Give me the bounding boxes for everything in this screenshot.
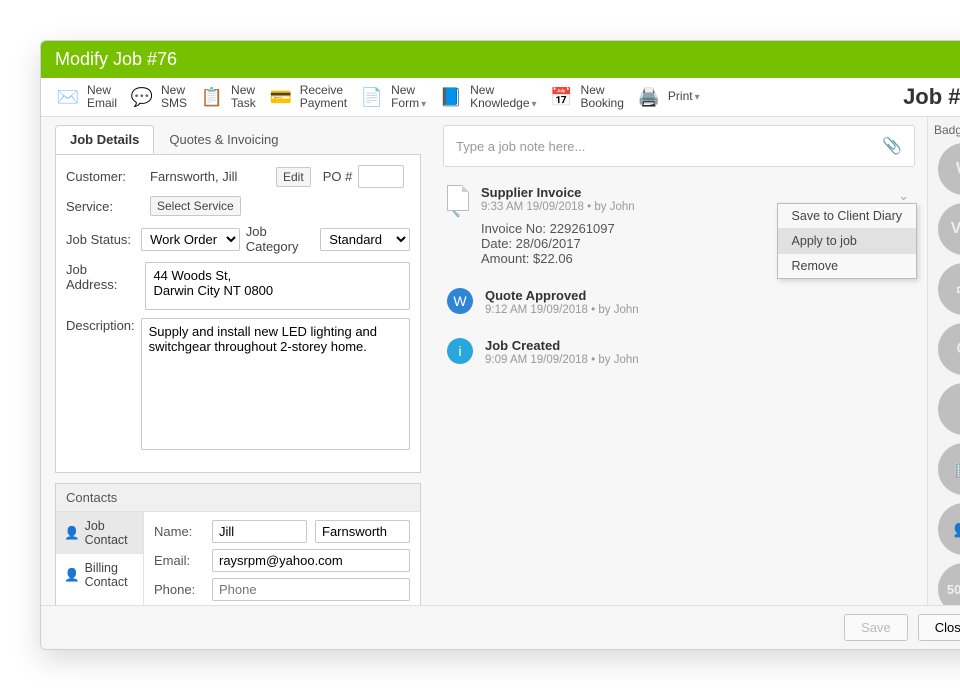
phone-input[interactable] bbox=[212, 578, 410, 601]
titlebar: Modify Job #76 ✕ bbox=[41, 41, 960, 78]
ctx-save-diary[interactable]: Save to Client Diary bbox=[778, 204, 916, 229]
edit-customer-button[interactable]: Edit bbox=[276, 167, 311, 187]
person-icon: 👤 bbox=[64, 526, 80, 541]
select-service-button[interactable]: Select Service bbox=[150, 196, 241, 216]
ctx-remove[interactable]: Remove bbox=[778, 254, 916, 278]
address-input[interactable]: 44 Woods St, Darwin City NT 0800 bbox=[145, 262, 410, 310]
customer-label: Customer: bbox=[66, 169, 144, 184]
badge-phone[interactable]: ▯ bbox=[938, 383, 960, 435]
toolbar: ✉️New Email 💬New SMS 📋New Task 💳Receive … bbox=[41, 78, 960, 117]
address-label: Job Address: bbox=[66, 262, 139, 292]
invoice-icon: 🔧 bbox=[447, 185, 469, 266]
badges-panel: Badges» W VIP ▭ ⏻ ▯ 🏢 👥 50km bbox=[927, 117, 960, 605]
po-input[interactable] bbox=[358, 165, 404, 188]
window-title: Modify Job #76 bbox=[55, 49, 177, 70]
sms-icon: 💬 bbox=[129, 84, 155, 110]
job-number: Job #76 bbox=[903, 84, 960, 110]
task-icon: 📋 bbox=[199, 84, 225, 110]
description-label: Description: bbox=[66, 318, 135, 333]
quote-icon: W bbox=[447, 288, 473, 314]
category-label: Job Category bbox=[246, 224, 315, 254]
context-menu: Save to Client Diary Apply to job Remove bbox=[777, 203, 917, 279]
toolbar-new-form[interactable]: 📄New Form bbox=[359, 84, 426, 110]
tab-job-details[interactable]: Job Details bbox=[55, 125, 154, 154]
contact-job[interactable]: 👤Job Contact bbox=[56, 512, 143, 554]
chevron-down-icon[interactable]: ⌄ bbox=[898, 188, 909, 204]
footer: Save Close bbox=[41, 605, 960, 649]
booking-icon: 📅 bbox=[549, 84, 575, 110]
description-input[interactable]: Supply and install new LED lighting and … bbox=[141, 318, 410, 450]
badge-card[interactable]: ▭ bbox=[938, 263, 960, 315]
toolbar-new-email[interactable]: ✉️New Email bbox=[55, 84, 117, 110]
feed-quote-approved[interactable]: W Quote Approved 9:12 AM 19/09/2018 • by… bbox=[447, 288, 915, 316]
ctx-apply-job[interactable]: Apply to job bbox=[778, 229, 916, 254]
email-input[interactable] bbox=[212, 549, 410, 572]
close-button[interactable]: Close bbox=[918, 614, 960, 641]
contacts-panel: Contacts 👤Job Contact 👤Billing Contact N… bbox=[55, 483, 421, 605]
service-label: Service: bbox=[66, 199, 144, 214]
toolbar-new-sms[interactable]: 💬New SMS bbox=[129, 84, 187, 110]
po-label: PO # bbox=[323, 169, 353, 184]
activity-feed: 🔧 Supplier Invoice 9:33 AM 19/09/2018 • … bbox=[443, 185, 915, 366]
toolbar-receive-payment[interactable]: 💳Receive Payment bbox=[268, 84, 347, 110]
job-note-input[interactable]: Type a job note here... 📎 bbox=[443, 125, 915, 167]
feed-supplier-invoice[interactable]: 🔧 Supplier Invoice 9:33 AM 19/09/2018 • … bbox=[447, 185, 915, 266]
badge-w[interactable]: W bbox=[938, 143, 960, 195]
card-icon: ▭ bbox=[956, 279, 960, 299]
first-name-input[interactable] bbox=[212, 520, 307, 543]
status-select[interactable]: Work Order bbox=[141, 228, 240, 251]
contact-billing[interactable]: 👤Billing Contact bbox=[56, 554, 143, 596]
email-icon: ✉️ bbox=[55, 84, 81, 110]
form-icon: 📄 bbox=[359, 84, 385, 110]
feed-job-created[interactable]: i Job Created 9:09 AM 19/09/2018 • by Jo… bbox=[447, 338, 915, 366]
customer-value: Farnsworth, Jill bbox=[150, 169, 270, 184]
toolbar-new-knowledge[interactable]: 📘New Knowledge bbox=[438, 84, 536, 110]
badge-power[interactable]: ⏻ bbox=[938, 323, 960, 375]
last-name-input[interactable] bbox=[315, 520, 410, 543]
badge-50km[interactable]: 50km bbox=[938, 563, 960, 605]
contacts-header: Contacts bbox=[56, 484, 420, 512]
payment-icon: 💳 bbox=[268, 84, 294, 110]
person-icon: 👤 bbox=[64, 568, 80, 583]
toolbar-print[interactable]: 🖨️Print bbox=[636, 84, 700, 110]
save-button[interactable]: Save bbox=[844, 614, 908, 641]
badge-building[interactable]: 🏢 bbox=[938, 443, 960, 495]
badge-vip[interactable]: VIP bbox=[938, 203, 960, 255]
info-icon: i bbox=[447, 338, 473, 364]
badge-people[interactable]: 👥 bbox=[938, 503, 960, 555]
print-icon: 🖨️ bbox=[636, 84, 662, 110]
people-icon: 👥 bbox=[954, 519, 960, 539]
paperclip-icon[interactable]: 📎 bbox=[882, 136, 902, 156]
building-icon: 🏢 bbox=[954, 459, 960, 479]
tabs: Job Details Quotes & Invoicing bbox=[55, 125, 421, 155]
toolbar-new-booking[interactable]: 📅New Booking bbox=[549, 84, 624, 110]
toolbar-new-task[interactable]: 📋New Task bbox=[199, 84, 256, 110]
tab-quotes-invoicing[interactable]: Quotes & Invoicing bbox=[154, 125, 293, 154]
category-select[interactable]: Standard bbox=[320, 228, 410, 251]
knowledge-icon: 📘 bbox=[438, 84, 464, 110]
status-label: Job Status: bbox=[66, 232, 135, 247]
